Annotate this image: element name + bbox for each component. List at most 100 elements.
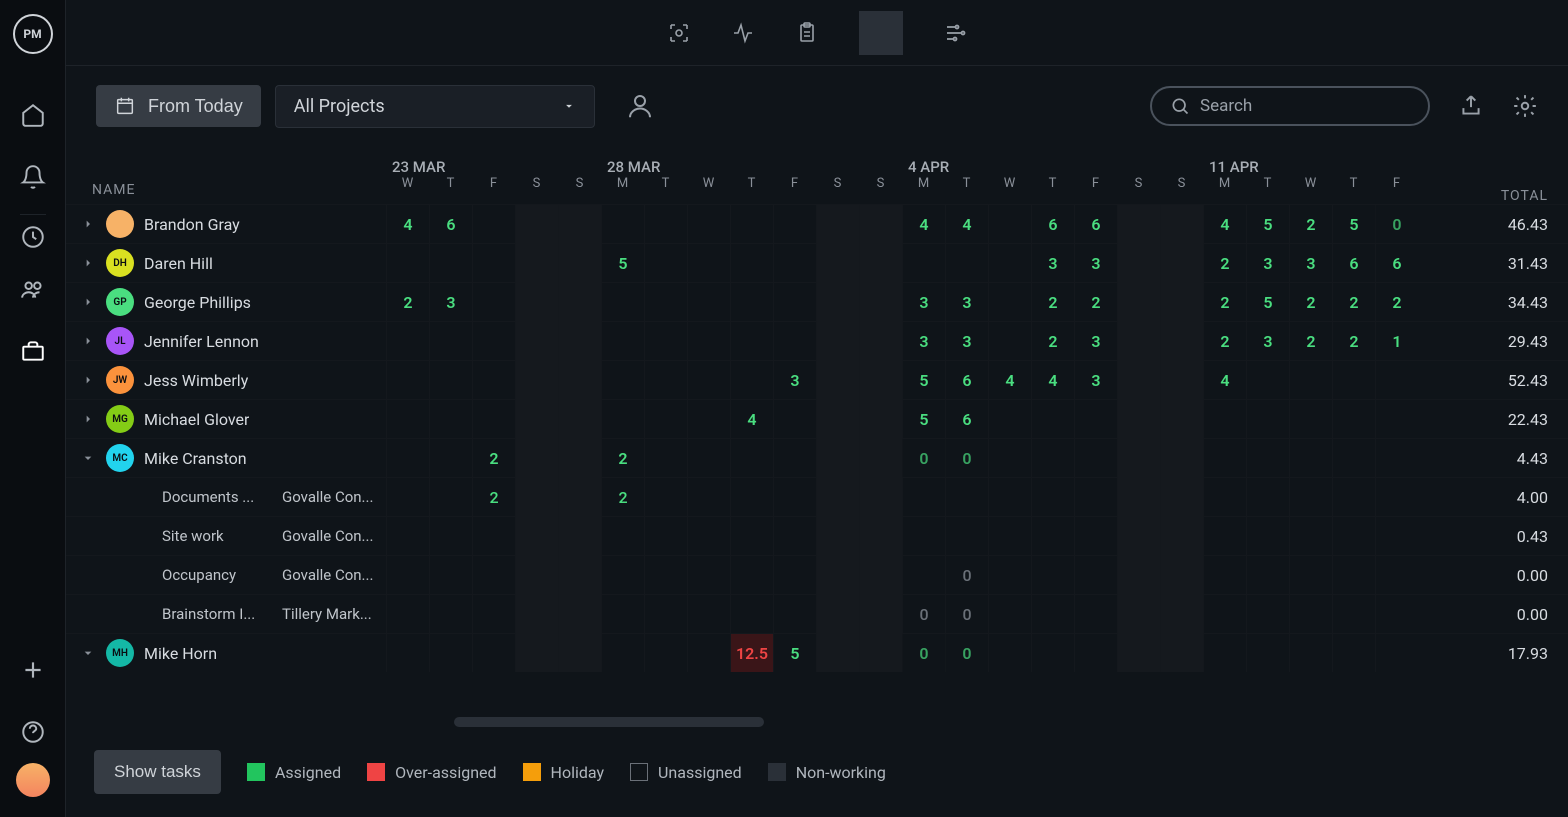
day-cell[interactable]: [1289, 634, 1332, 673]
day-cell[interactable]: 3: [902, 322, 945, 361]
day-cell[interactable]: [859, 322, 902, 361]
day-cell[interactable]: [1074, 595, 1117, 634]
chevron-down-icon[interactable]: [80, 645, 96, 661]
day-cell[interactable]: [558, 361, 601, 400]
day-cell[interactable]: [773, 283, 816, 322]
clipboard-icon[interactable]: [795, 21, 819, 45]
day-cell[interactable]: [386, 400, 429, 439]
day-cell[interactable]: [1074, 556, 1117, 595]
day-cell[interactable]: [429, 439, 472, 478]
day-cell[interactable]: 5: [902, 400, 945, 439]
day-cell[interactable]: [1289, 478, 1332, 517]
day-cell[interactable]: [859, 439, 902, 478]
day-cell[interactable]: [1289, 439, 1332, 478]
day-cell[interactable]: [515, 556, 558, 595]
day-cell[interactable]: [859, 244, 902, 283]
day-cell[interactable]: [859, 478, 902, 517]
day-cell[interactable]: [687, 556, 730, 595]
day-cell[interactable]: 2: [472, 478, 515, 517]
day-cell[interactable]: [644, 244, 687, 283]
day-cell[interactable]: [859, 400, 902, 439]
day-cell[interactable]: 4: [386, 205, 429, 244]
day-cell[interactable]: [1117, 556, 1160, 595]
day-cell[interactable]: [644, 439, 687, 478]
day-cell[interactable]: [515, 517, 558, 556]
day-cell[interactable]: [1332, 517, 1375, 556]
day-cell[interactable]: [773, 595, 816, 634]
day-cell[interactable]: [472, 361, 515, 400]
day-cell[interactable]: [773, 517, 816, 556]
day-cell[interactable]: [1074, 439, 1117, 478]
day-cell[interactable]: [386, 595, 429, 634]
day-cell[interactable]: [1289, 400, 1332, 439]
day-cell[interactable]: 2: [1203, 244, 1246, 283]
day-cell[interactable]: [1375, 556, 1418, 595]
day-cell[interactable]: 0: [945, 439, 988, 478]
day-cell[interactable]: [601, 634, 644, 673]
day-cell[interactable]: [1375, 478, 1418, 517]
day-cell[interactable]: [515, 361, 558, 400]
day-cell[interactable]: [386, 439, 429, 478]
day-cell[interactable]: [1160, 283, 1203, 322]
day-cell[interactable]: [988, 205, 1031, 244]
day-cell[interactable]: [816, 400, 859, 439]
day-cell[interactable]: 2: [1203, 283, 1246, 322]
day-cell[interactable]: [730, 361, 773, 400]
day-cell[interactable]: [859, 595, 902, 634]
day-cell[interactable]: 4: [902, 205, 945, 244]
day-cell[interactable]: [1117, 439, 1160, 478]
day-cell[interactable]: [859, 283, 902, 322]
day-cell[interactable]: 0: [945, 595, 988, 634]
day-cell[interactable]: [472, 205, 515, 244]
day-cell[interactable]: [386, 517, 429, 556]
day-cell[interactable]: [1031, 400, 1074, 439]
day-cell[interactable]: 4: [945, 205, 988, 244]
task-name[interactable]: Site work: [162, 527, 272, 545]
day-cell[interactable]: [1332, 400, 1375, 439]
day-cell[interactable]: 2: [601, 478, 644, 517]
day-cell[interactable]: [1074, 478, 1117, 517]
day-cell[interactable]: [1332, 556, 1375, 595]
day-cell[interactable]: [945, 517, 988, 556]
day-cell[interactable]: [816, 322, 859, 361]
day-cell[interactable]: [816, 205, 859, 244]
day-cell[interactable]: 2: [1332, 283, 1375, 322]
day-cell[interactable]: [988, 322, 1031, 361]
day-cell[interactable]: 5: [1246, 283, 1289, 322]
day-cell[interactable]: [816, 244, 859, 283]
day-cell[interactable]: [429, 244, 472, 283]
day-cell[interactable]: [773, 478, 816, 517]
day-cell[interactable]: [988, 244, 1031, 283]
day-cell[interactable]: [1031, 517, 1074, 556]
day-cell[interactable]: [429, 634, 472, 673]
day-cell[interactable]: [1117, 244, 1160, 283]
day-cell[interactable]: [1246, 361, 1289, 400]
day-cell[interactable]: [1031, 595, 1074, 634]
people-icon[interactable]: [20, 276, 46, 302]
day-cell[interactable]: [816, 556, 859, 595]
day-cell[interactable]: [386, 634, 429, 673]
day-cell[interactable]: [988, 517, 1031, 556]
day-cell[interactable]: [472, 634, 515, 673]
day-cell[interactable]: [816, 283, 859, 322]
day-cell[interactable]: [601, 595, 644, 634]
day-cell[interactable]: [859, 205, 902, 244]
day-cell[interactable]: [730, 517, 773, 556]
day-cell[interactable]: [730, 478, 773, 517]
day-cell[interactable]: [1246, 478, 1289, 517]
day-cell[interactable]: [515, 283, 558, 322]
day-cell[interactable]: [1074, 634, 1117, 673]
day-cell[interactable]: [429, 400, 472, 439]
briefcase-icon[interactable]: [20, 338, 46, 364]
day-cell[interactable]: [472, 322, 515, 361]
chevron-right-icon[interactable]: [80, 333, 96, 349]
day-cell[interactable]: [644, 322, 687, 361]
day-cell[interactable]: 3: [945, 283, 988, 322]
day-cell[interactable]: [687, 400, 730, 439]
chevron-right-icon[interactable]: [80, 372, 96, 388]
day-cell[interactable]: 6: [1332, 244, 1375, 283]
day-cell[interactable]: [1289, 595, 1332, 634]
day-cell[interactable]: [644, 517, 687, 556]
day-cell[interactable]: [730, 283, 773, 322]
day-cell[interactable]: [558, 517, 601, 556]
